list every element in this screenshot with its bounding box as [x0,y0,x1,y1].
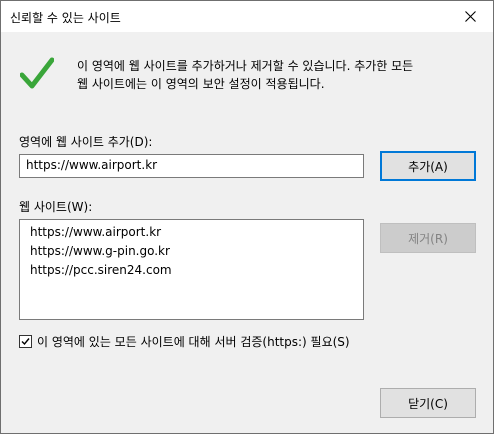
window-title: 신뢰할 수 있는 사이트 [10,11,121,25]
info-line-2: 웹 사이트에는 이 영역의 보안 설정이 적용됩니다. [77,77,325,91]
close-window-button[interactable] [447,1,493,32]
verification-label: 이 영역에 있는 모든 사이트에 대해 서버 검증(https:) 필요(S) [37,335,350,349]
verification-option[interactable]: 이 영역에 있는 모든 사이트에 대해 서버 검증(https:) 필요(S) [19,333,350,350]
list-item[interactable]: https://www.airport.kr [30,223,363,242]
close-icon [464,11,476,22]
websites-label: 웹 사이트(W): [19,200,93,214]
verification-checkbox[interactable] [19,335,32,348]
websites-list[interactable]: https://www.airport.kr https://www.g-pin… [19,219,364,320]
list-item[interactable]: https://www.g-pin.go.kr [30,242,363,261]
add-button[interactable]: 추가(A) [380,151,476,181]
info-message: 이 영역에 웹 사이트를 추가하거나 제거할 수 있습니다. 추가한 모든 웹 … [77,57,483,93]
info-line-1: 이 영역에 웹 사이트를 추가하거나 제거할 수 있습니다. 추가한 모든 [77,59,414,73]
trusted-sites-dialog: 신뢰할 수 있는 사이트 이 영역에 웹 사이트를 추가하거나 제거할 수 있습… [0,0,494,434]
close-button[interactable]: 닫기(C) [380,388,476,418]
title-bar: 신뢰할 수 있는 사이트 [1,1,493,32]
checkmark-icon [21,338,30,346]
add-site-input[interactable]: https://www.airport.kr [19,154,364,178]
remove-button[interactable]: 제거(R) [380,223,476,253]
list-item[interactable]: https://pcc.siren24.com [30,261,363,280]
info-area: 이 영역에 웹 사이트를 추가하거나 제거할 수 있습니다. 추가한 모든 웹 … [1,32,493,116]
add-site-label: 영역에 웹 사이트 추가(D): [19,135,153,149]
check-icon [20,57,54,89]
